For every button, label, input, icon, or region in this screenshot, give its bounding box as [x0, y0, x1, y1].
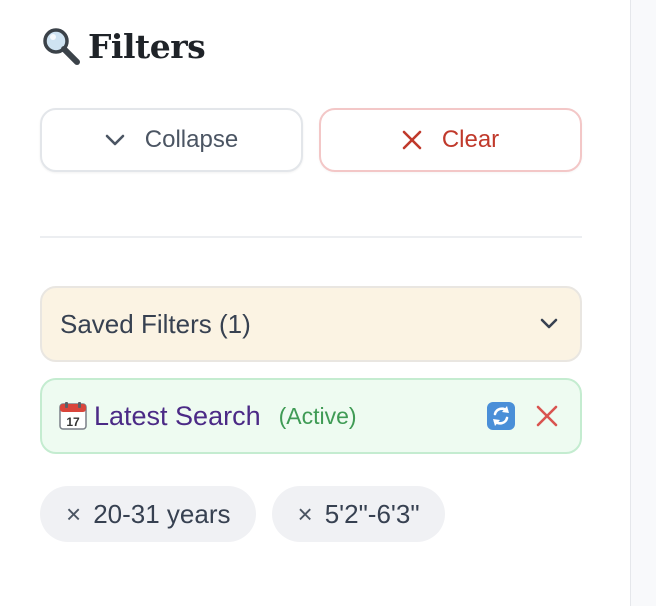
- filter-chip-height[interactable]: × 5'2"-6'3": [271, 486, 445, 542]
- collapse-button[interactable]: Collapse: [40, 108, 303, 172]
- remove-icon[interactable]: [536, 405, 558, 427]
- chip-remove-icon[interactable]: ×: [298, 499, 313, 530]
- chevron-down-icon: [105, 134, 125, 146]
- saved-filters-toggle[interactable]: Saved Filters (1): [40, 286, 582, 362]
- chip-label: 20-31 years: [93, 498, 231, 529]
- divider: [40, 236, 582, 238]
- close-icon: [402, 130, 422, 150]
- clear-button[interactable]: Clear: [319, 108, 582, 172]
- page-title: Filters: [88, 26, 206, 66]
- saved-filters-label: Saved Filters (1): [60, 308, 251, 339]
- scrollbar-track[interactable]: [630, 0, 656, 606]
- saved-filter-item[interactable]: 17 Latest Search (Active): [40, 378, 582, 454]
- active-filter-chips: × 20-31 years × 5'2"-6'3": [40, 486, 445, 542]
- calendar-icon: 17: [59, 402, 87, 430]
- filters-panel: Filters Collapse Clear Saved Filters (1)…: [0, 0, 630, 606]
- clear-label: Clear: [441, 126, 500, 153]
- svg-text:17: 17: [66, 415, 80, 429]
- chip-remove-icon[interactable]: ×: [66, 499, 81, 530]
- saved-filter-status: (Active): [278, 402, 357, 429]
- chevron-down-icon: [540, 318, 558, 329]
- saved-filter-actions: [486, 401, 558, 431]
- saved-filter-name: Latest Search: [94, 400, 261, 431]
- filter-chip-age[interactable]: × 20-31 years: [40, 486, 256, 542]
- collapse-label: Collapse: [144, 126, 239, 153]
- chip-label: 5'2"-6'3": [324, 498, 420, 529]
- filters-header: Filters: [40, 24, 206, 68]
- magnifying-glass-icon: [43, 28, 80, 65]
- reload-icon[interactable]: [486, 401, 516, 431]
